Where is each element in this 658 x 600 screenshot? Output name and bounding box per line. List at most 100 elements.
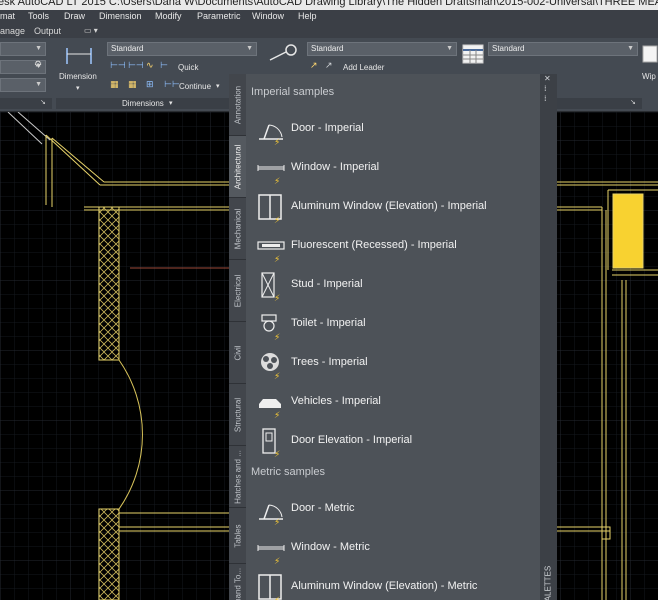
tool-vehicles-imperial[interactable]: ⚡ Vehicles - Imperial <box>246 384 540 420</box>
dim-update-icon[interactable]: ⊞ <box>146 80 154 90</box>
chevron-down-icon: ▼ <box>35 45 42 52</box>
toilet-icon: ⚡ <box>261 314 280 340</box>
match-properties-icon[interactable]: ⚙ <box>34 60 42 70</box>
close-icon[interactable]: ✕ <box>544 74 551 83</box>
menu-tools[interactable]: Tools <box>28 11 49 21</box>
tab-architectural[interactable]: Architectural <box>229 136 246 198</box>
menu-parametric[interactable]: Parametric <box>197 11 241 21</box>
ribbon-options-icon[interactable]: ▭ ▾ <box>84 26 98 35</box>
dimension-button[interactable]: Dimension ▾ <box>56 42 102 94</box>
dim-inspect-icon[interactable]: ▦ <box>128 80 137 90</box>
tab-electrical-label: Electrical <box>233 274 242 307</box>
tab-structural[interactable]: Structural <box>229 384 246 446</box>
tab-output[interactable]: Output <box>34 26 61 36</box>
menu-window[interactable]: Window <box>252 11 284 21</box>
svg-text:⚡: ⚡ <box>274 138 280 145</box>
dim-adjust-icon[interactable]: ⊢ <box>160 61 168 71</box>
dimensions-panel-title: Dimensions <box>122 99 164 108</box>
tool-label: Toilet - Imperial <box>291 317 366 329</box>
all-palettes-label[interactable]: ALL PALETTES <box>544 566 553 600</box>
tool-fluorescent-imperial[interactable]: ⚡ Fluorescent (Recessed) - Imperial <box>246 228 540 264</box>
door-elevation-icon: ⚡ <box>262 428 280 457</box>
expand-icon[interactable]: ↘ <box>40 98 46 106</box>
dim-jog-icon[interactable]: ∿ <box>146 61 154 71</box>
autohide-icon[interactable]: ⁞ <box>544 84 547 93</box>
dim-space-icon[interactable]: ▦ <box>110 80 119 90</box>
tab-hatches[interactable]: Hatches and ... <box>229 446 246 508</box>
svg-text:⚡: ⚡ <box>274 450 280 457</box>
dimension-icon <box>66 48 92 64</box>
quick-dim-button[interactable]: Quick <box>178 63 198 72</box>
tab-tables[interactable]: Tables <box>229 508 246 564</box>
svg-text:⚡: ⚡ <box>274 596 280 600</box>
svg-text:⚡: ⚡ <box>274 557 280 564</box>
tab-civil-label: Civil <box>233 344 242 361</box>
tab-annotation[interactable]: Annotation <box>229 74 246 136</box>
multileader-icon[interactable] <box>266 42 302 64</box>
fluorescent-icon: ⚡ <box>257 241 285 262</box>
tool-palette: Annotation Architectural Mechanical Elec… <box>229 74 557 600</box>
add-leader-icon[interactable]: ↗ <box>310 61 318 71</box>
window-icon: ⚡ <box>257 545 285 564</box>
tool-stud-imperial[interactable]: ⚡ Stud - Imperial <box>246 267 540 303</box>
svg-text:⚡: ⚡ <box>274 372 280 379</box>
wipeout-button[interactable]: Wip <box>641 42 658 94</box>
tool-door-elevation-imperial[interactable]: ⚡ Door Elevation - Imperial <box>246 423 540 459</box>
tool-label: Stud - Imperial <box>291 278 363 290</box>
wipeout-label: Wip <box>642 72 656 81</box>
tool-trees-imperial[interactable]: ⚡ Trees - Imperial <box>246 345 540 381</box>
aluminum-window-icon: ⚡ <box>258 574 282 600</box>
tool-door-imperial[interactable]: ⚡ Door - Imperial <box>246 111 540 147</box>
continue-button[interactable]: Continue <box>179 82 211 91</box>
tree-icon: ⚡ <box>261 353 280 379</box>
wipeout-icon <box>642 45 658 63</box>
tool-label: Aluminum Window (Elevation) - Imperial <box>291 200 487 212</box>
layer-combo[interactable]: ▼ <box>0 42 46 56</box>
continue-icon[interactable]: ⊢⊢ <box>164 80 180 90</box>
imperial-section-header: Imperial samples <box>251 86 335 98</box>
leader-icon[interactable]: ↗ <box>325 61 333 71</box>
dim-tool-icon[interactable]: ⊢⊣ <box>110 61 126 71</box>
dim-style-combo[interactable]: Standard ▼ <box>107 42 257 56</box>
tool-window-imperial[interactable]: ⚡ Window - Imperial <box>246 150 540 186</box>
menu-format[interactable]: mat <box>0 11 15 21</box>
mleader-style-value: Standard <box>311 44 344 53</box>
tool-window-metric[interactable]: ⚡ Window - Metric <box>246 530 540 566</box>
tool-aluminum-window-imperial[interactable]: ⚡ Aluminum Window (Elevation) - Imperial <box>246 189 540 225</box>
menu-modify[interactable]: Modify <box>155 11 182 21</box>
svg-text:⚡: ⚡ <box>274 216 280 223</box>
tool-door-metric[interactable]: ⚡ Door - Metric <box>246 491 540 527</box>
tool-toilet-imperial[interactable]: ⚡ Toilet - Imperial <box>246 306 540 342</box>
properties-icon[interactable]: ⁞ <box>544 94 547 103</box>
window-title: esk AutoCAD LT 2015 C:\Users\Dana W\Docu… <box>0 0 658 8</box>
tab-architectural-label: Architectural <box>233 144 242 189</box>
tool-label: Trees - Imperial <box>291 356 368 368</box>
tab-mechanical[interactable]: Mechanical <box>229 198 246 260</box>
vehicle-icon: ⚡ <box>259 399 281 418</box>
tab-manage[interactable]: anage <box>0 26 25 36</box>
chevron-down-icon: ▼ <box>627 45 634 52</box>
table-style-combo[interactable]: Standard ▼ <box>488 42 638 56</box>
svg-text:⚡: ⚡ <box>274 255 280 262</box>
window-icon: ⚡ <box>257 165 285 184</box>
tab-command-tools[interactable]: Command To... <box>229 564 246 600</box>
tool-aluminum-window-metric[interactable]: ⚡ Aluminum Window (Elevation) - Metric <box>246 569 540 600</box>
svg-text:⚡: ⚡ <box>274 518 280 525</box>
dim-break-icon[interactable]: ⊢⊣ <box>128 61 144 71</box>
palette-title-strip: ✕ ⁞ ⁞ ALL PALETTES <box>540 74 557 600</box>
add-leader-button[interactable]: Add Leader <box>343 63 384 72</box>
menu-help[interactable]: Help <box>298 11 317 21</box>
door-icon: ⚡ <box>259 504 283 525</box>
chevron-down-icon: ▼ <box>446 45 453 52</box>
menu-dimension[interactable]: Dimension <box>99 11 142 21</box>
svg-text:⚡: ⚡ <box>274 177 280 184</box>
expand-icon[interactable]: ↘ <box>630 98 636 106</box>
tool-label: Vehicles - Imperial <box>291 395 381 407</box>
linetype-combo[interactable]: ▼ <box>0 78 46 92</box>
chevron-down-icon: ▾ <box>216 83 220 90</box>
table-icon[interactable] <box>462 44 484 64</box>
menu-draw[interactable]: Draw <box>64 11 85 21</box>
tab-electrical[interactable]: Electrical <box>229 260 246 322</box>
mleader-style-combo[interactable]: Standard ▼ <box>307 42 457 56</box>
tab-civil[interactable]: Civil <box>229 322 246 384</box>
